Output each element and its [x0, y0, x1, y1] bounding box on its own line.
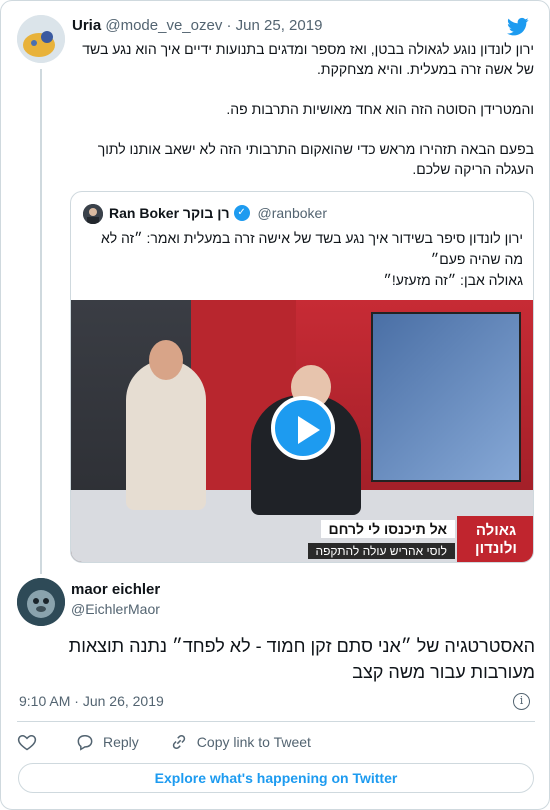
main-tweet-time[interactable]: 9:10 AM [19, 693, 70, 709]
parent-author-handle[interactable]: @mode_ve_ozev [105, 17, 222, 34]
parent-text-gap [72, 79, 534, 99]
main-time-separator: · [74, 693, 79, 709]
parent-text-line: העגלה הריקה שלכם. [412, 161, 534, 177]
parent-text-line: של אשה זרה במעלית. והיא מצחקקת. [317, 61, 534, 77]
quote-text-line: ירון לונדון סיפר בשידור איך נגע בשד של א… [100, 230, 523, 246]
tv-lower-third: אל תיכנסו לי לרחם לוסי אהריש עולה להתקפה… [261, 516, 533, 562]
verified-badge-icon: ✓ [233, 205, 250, 221]
twitter-bird-icon[interactable] [507, 17, 529, 37]
quote-author-name[interactable]: Ran Boker רן בוקר [109, 205, 230, 221]
lower-third-subline: לוסי אהריש עולה להתקפה [307, 543, 455, 559]
embedded-tweet-card: Uria @mode_ve_ozev · Jun 25, 2019 ירון ל… [0, 0, 550, 810]
parent-text-line: והמטרידן הסוטה הזה הוא אחד מאושיות התרבו… [226, 101, 534, 117]
quote-author-handle[interactable]: @ranboker [258, 205, 327, 221]
parent-text-gap [72, 119, 534, 139]
quote-tweet-text: ירון לונדון סיפר בשידור איך נגע בשד של א… [83, 228, 523, 291]
main-author-name[interactable]: maor eichler [71, 581, 160, 598]
copy-link-label[interactable]: Copy link to Tweet [197, 734, 311, 750]
quote-text-line: מה שהיה פעם״ [430, 251, 523, 267]
main-text-line: מעורבות עבור משה קצב [352, 662, 535, 682]
parent-author-name[interactable]: Uria [72, 17, 101, 34]
main-tweet-timestamp[interactable]: 9:10 AM · Jun 26, 2019 [19, 693, 164, 709]
main-tweet-text: האסטרטגיה של ״אני סתם זקן חמוד - לא לפחד… [17, 633, 535, 685]
show-logo: גאולה ולונדון [457, 516, 533, 562]
main-author-handle[interactable]: @EichlerMaor [71, 601, 160, 617]
main-avatar[interactable] [17, 578, 65, 626]
parent-tweet-date[interactable]: Jun 25, 2019 [236, 17, 323, 34]
quote-text-line: גאולה אבן: ״זה מזעזע!״ [383, 272, 523, 288]
parent-tweet-header[interactable]: Uria @mode_ve_ozev · Jun 25, 2019 [72, 17, 322, 34]
play-icon [298, 416, 320, 444]
thread-connector-line [40, 69, 42, 574]
reply-label[interactable]: Reply [103, 734, 139, 750]
lower-third-headline: אל תיכנסו לי לרחם [320, 520, 455, 538]
parent-text-line: בפעם הבאה תזהירו מראש כדי שהואקום התרבות… [97, 141, 534, 157]
parent-meta-separator: · [226, 17, 232, 34]
info-icon[interactable]: i [513, 693, 530, 710]
reply-button[interactable]: Reply [75, 732, 139, 752]
show-logo-line1: גאולה [475, 522, 517, 539]
heart-icon [17, 734, 37, 751]
video-thumbnail[interactable]: אל תיכנסו לי לרחם לוסי אהריש עולה להתקפה… [71, 300, 533, 562]
main-text-line: האסטרטגיה של ״אני סתם זקן חמוד - לא לפחד… [68, 636, 535, 656]
parent-avatar[interactable] [17, 15, 65, 63]
copy-link-button[interactable]: Copy link to Tweet [169, 732, 311, 752]
show-logo-line2: ולונדון [475, 540, 517, 557]
host-figure [126, 360, 206, 510]
explore-twitter-button[interactable]: Explore what's happening on Twitter [18, 763, 534, 793]
reply-bubble-icon [77, 735, 93, 751]
studio-screen [371, 312, 521, 482]
host-head [149, 340, 183, 380]
tweet-actions: Reply Copy link to Tweet [17, 730, 341, 754]
quoted-tweet[interactable]: Ran Boker רן בוקר ✓ @ranboker ירון לונדו… [70, 191, 534, 563]
quote-header[interactable]: Ran Boker רן בוקר ✓ @ranboker [109, 205, 327, 221]
like-button[interactable] [17, 732, 45, 752]
actions-divider [17, 721, 535, 722]
parent-text-line: ירון לונדון נוגע לגאולה בבטן, ואז מספר ו… [82, 41, 534, 57]
play-button[interactable] [271, 396, 335, 460]
link-icon [172, 734, 185, 750]
parent-tweet-text: ירון לונדון נוגע לגאולה בבטן, ואז מספר ו… [72, 39, 534, 179]
quote-avatar[interactable] [83, 204, 103, 224]
main-tweet-date[interactable]: Jun 26, 2019 [83, 693, 164, 709]
